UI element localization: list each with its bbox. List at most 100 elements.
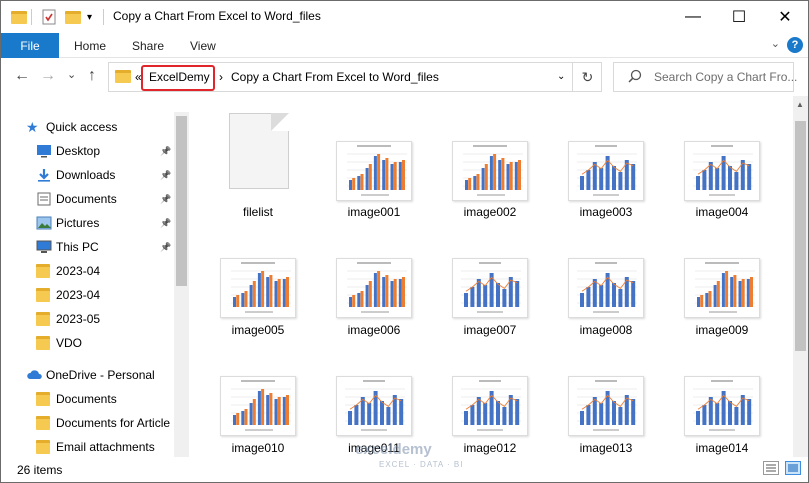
document-icon (229, 113, 289, 189)
star-icon: ★ (26, 119, 39, 135)
content-scrollbar[interactable]: ▲ (793, 96, 808, 457)
image-thumbnail (452, 376, 528, 436)
tab-home[interactable]: Home (74, 39, 106, 53)
cloud-icon (26, 368, 42, 382)
image-thumbnail (336, 141, 412, 201)
help-button[interactable]: ? (787, 37, 803, 53)
pin-icon[interactable]: 📌 (160, 242, 171, 253)
window-title: Copy a Chart From Excel to Word_files (113, 9, 321, 23)
sidebar-item-label: 2023-04 (56, 288, 101, 302)
sidebar-item[interactable]: Email attachments (1, 436, 173, 457)
file-item[interactable]: image003 (551, 96, 661, 219)
address-dropdown-icon[interactable]: ⌄ (557, 71, 565, 82)
image-thumbnail (220, 376, 296, 436)
new-folder-icon[interactable] (65, 8, 81, 26)
desktop-icon (36, 144, 52, 158)
watermark-logo: exceldemy (355, 441, 432, 458)
file-item[interactable]: image004 (667, 96, 777, 219)
sidebar-item-label: 2023-04 (56, 264, 101, 278)
address-bar[interactable]: « ExcelDemy › Copy a Chart From Excel to… (108, 62, 602, 92)
details-view-button[interactable] (763, 461, 779, 475)
close-button[interactable]: ✕ (762, 1, 808, 33)
file-list: filelist image001 image002 image003 image004… (191, 96, 791, 457)
tab-file[interactable]: File (1, 33, 59, 58)
file-name: image013 (579, 441, 633, 455)
file-item[interactable]: image006 (319, 214, 429, 337)
sidebar-item[interactable]: Documents (1, 388, 173, 410)
file-item[interactable]: image010 (203, 332, 313, 455)
up-button[interactable]: ↑ (88, 67, 96, 85)
file-item[interactable]: image001 (319, 96, 429, 219)
file-name: image014 (695, 441, 749, 455)
item-count: 26 items (17, 463, 63, 477)
ribbon: File Home Share View ⌄ ? (1, 33, 808, 58)
recent-locations-button[interactable]: ⌄ (67, 68, 76, 81)
sidebar-item[interactable]: 2023-05 (1, 308, 173, 330)
folder-icon (115, 70, 131, 83)
sidebar-item[interactable]: VDO (1, 332, 173, 354)
file-item[interactable]: image007 (435, 214, 545, 337)
sidebar-item[interactable]: Pictures 📌 (1, 212, 173, 234)
pin-icon[interactable]: 📌 (160, 146, 171, 157)
refresh-button[interactable]: ↻ (572, 62, 602, 92)
expand-ribbon-icon[interactable]: ⌄ (771, 37, 780, 50)
sidebar-scrollbar[interactable] (174, 112, 189, 457)
customize-quick-access-icon[interactable]: ▾ (87, 8, 92, 26)
sidebar-item[interactable]: This PC 📌 (1, 236, 173, 258)
back-button[interactable]: ← (14, 67, 30, 85)
search-box[interactable]: Search Copy a Chart Fro... (613, 62, 797, 92)
title-bar: ▾ Copy a Chart From Excel to Word_files … (1, 1, 808, 33)
scroll-up-icon[interactable]: ▲ (796, 100, 804, 109)
tab-share[interactable]: Share (132, 39, 164, 53)
sidebar-item[interactable]: Desktop 📌 (1, 140, 173, 162)
file-item[interactable]: filelist (203, 96, 313, 219)
maximize-button[interactable]: ☐ (716, 1, 762, 33)
file-item[interactable]: image012 (435, 332, 545, 455)
folder-icon (36, 336, 52, 350)
search-icon (628, 69, 642, 86)
scrollbar-thumb[interactable] (176, 116, 187, 286)
sidebar-item-label: Documents (56, 392, 117, 406)
documents-icon (36, 192, 52, 206)
file-item[interactable]: image008 (551, 214, 661, 337)
file-item[interactable]: image009 (667, 214, 777, 337)
navigation-pane: ★ Quick access Desktop 📌 Downloads 📌 Documents… (1, 112, 189, 457)
sidebar-item[interactable]: 2023-04 (1, 284, 173, 306)
search-input[interactable]: Search Copy a Chart Fro... (654, 70, 797, 84)
scrollbar-thumb[interactable] (795, 121, 806, 351)
file-item[interactable]: image002 (435, 96, 545, 219)
properties-icon[interactable] (41, 8, 57, 26)
sidebar-item[interactable]: Downloads 📌 (1, 164, 173, 186)
folder-icon (36, 264, 52, 278)
file-item[interactable]: image013 (551, 332, 661, 455)
sidebar-item[interactable]: Documents 📌 (1, 188, 173, 210)
sidebar-item[interactable]: OneDrive - Personal (1, 364, 173, 386)
breadcrumb-separator[interactable]: › (219, 70, 223, 84)
pin-icon[interactable]: 📌 (160, 194, 171, 205)
sidebar-item-label: Downloads (56, 168, 116, 182)
breadcrumb-current-folder[interactable]: Copy a Chart From Excel to Word_files (231, 70, 439, 84)
sidebar-item[interactable]: 2023-04 (1, 260, 173, 282)
file-item[interactable]: image005 (203, 214, 313, 337)
file-item[interactable]: image014 (667, 332, 777, 455)
download-icon (36, 168, 52, 182)
pictures-icon (36, 216, 52, 230)
file-item[interactable]: image011 (319, 332, 429, 455)
forward-button[interactable]: → (40, 67, 56, 85)
pin-icon[interactable]: 📌 (160, 218, 171, 229)
sidebar-item-label: OneDrive - Personal (46, 368, 155, 382)
sidebar-item-label: Email attachments (56, 440, 155, 454)
image-thumbnail (568, 376, 644, 436)
sidebar-item-label: Documents (56, 192, 117, 206)
sidebar-item[interactable]: ★ Quick access (1, 116, 173, 138)
sidebar-item-label: Pictures (56, 216, 100, 230)
sidebar-item-label: Desktop (56, 144, 101, 158)
folder-icon (11, 8, 27, 26)
folder-icon (36, 312, 52, 326)
tab-view[interactable]: View (190, 39, 216, 53)
image-thumbnail (568, 141, 644, 201)
minimize-button[interactable]: — (670, 1, 716, 33)
large-icons-view-button[interactable] (785, 461, 801, 475)
sidebar-item[interactable]: Documents for Article (1, 412, 173, 434)
pin-icon[interactable]: 📌 (160, 170, 171, 181)
